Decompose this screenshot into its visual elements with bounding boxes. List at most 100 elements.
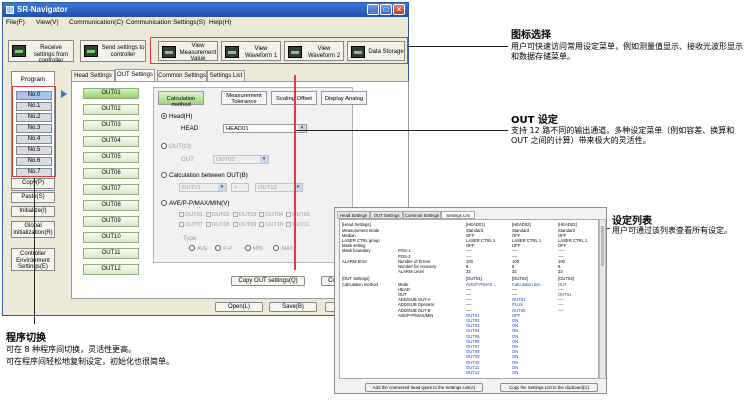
out-checkbox[interactable]: OUT03: [232, 212, 256, 218]
out-button[interactable]: OUT12: [83, 264, 139, 275]
list-tab-head[interactable]: Head Settings: [337, 211, 370, 219]
out-select-value: OUT02: [216, 157, 235, 163]
head-option[interactable]: Head(H): [161, 113, 192, 120]
type-radio[interactable]: P-P: [215, 245, 232, 252]
head-label: HEAD: [181, 125, 199, 132]
title-bar[interactable]: SR-Navigator _ □ ×: [3, 3, 408, 17]
copy-out-settings-button[interactable]: Copy OUT settings(Q): [231, 276, 305, 286]
tab-out-settings[interactable]: OUT Settings: [115, 69, 155, 81]
list-scrollbar[interactable]: [599, 219, 606, 379]
open-button[interactable]: Open(L): [215, 302, 263, 312]
initialize-program-button[interactable]: Initialize(I): [11, 206, 55, 217]
tab-common-settings[interactable]: Common Settings: [157, 70, 207, 81]
list-tab-common[interactable]: Common Settings: [403, 211, 441, 219]
out-button[interactable]: OUT05: [83, 152, 139, 163]
table-cell: 32: [512, 269, 517, 275]
type-radio-group: AVE P-P MIN MAX: [189, 245, 293, 252]
out-option[interactable]: OUT(O): [161, 143, 191, 150]
out-checkbox[interactable]: OUT10: [259, 222, 283, 228]
icon-annotation-title: 图标选择: [511, 30, 551, 41]
list-tab-settings[interactable]: Settings List: [441, 211, 475, 219]
controller-environment-button[interactable]: Controller Environment Settings(E): [11, 248, 55, 271]
type-label: Type: [183, 235, 197, 242]
table-cell: ON: [512, 369, 519, 375]
table-cell: OUT12: [466, 369, 480, 375]
copy-program-button[interactable]: Copy(P): [11, 178, 55, 189]
program-annotation-line2: 可在程序间轻松地复制设定，初始化也很简单。: [6, 357, 174, 366]
out-button[interactable]: OUT06: [83, 168, 139, 179]
out-leader-line: [296, 130, 508, 131]
table-row: [OUT Settings] [OUT01] [OUT02] [OUT03]: [342, 276, 574, 281]
icon-leader-line: [408, 46, 508, 47]
between-a-value: OUT01: [182, 185, 201, 191]
program-annotation-title: 程序切换: [6, 333, 46, 344]
close-icon[interactable]: ×: [393, 4, 405, 15]
out-button[interactable]: OUT01: [83, 88, 139, 99]
out-annotation-body: 支持 12 路不同的输出通道。多种设定菜单（例如容差、换算和 OUT 之间的计算…: [511, 126, 735, 145]
out-checkbox[interactable]: OUT09: [232, 222, 256, 228]
maximize-icon[interactable]: □: [380, 4, 392, 15]
minimize-icon[interactable]: _: [367, 4, 379, 15]
icon-annotation-body: 用户可快速访问常用设定菜单，例如测量值显示、接收光波形显示和数据存储菜单。: [511, 42, 743, 61]
between-b-value: OUT12: [258, 185, 277, 191]
list-annotation-title: 设定列表: [612, 216, 652, 227]
out-select[interactable]: OUT02 ▾: [213, 155, 269, 164]
out-button[interactable]: OUT11: [83, 248, 139, 259]
out-button[interactable]: OUT09: [83, 216, 139, 227]
scrollbar-thumb[interactable]: [601, 226, 604, 266]
window-title: SR-Navigator: [17, 5, 68, 14]
calculation-method-button[interactable]: Calculation method: [158, 91, 204, 108]
receive-settings-button[interactable]: Receive settings from controller: [8, 40, 74, 64]
tab-head-settings[interactable]: Head Settings: [71, 70, 115, 81]
out-checkbox[interactable]: OUT08: [205, 222, 230, 228]
table-cell: ALARM Level: [398, 269, 424, 275]
operator-select[interactable]: +: [231, 183, 249, 192]
menu-file[interactable]: File(F): [6, 19, 25, 26]
menu-view[interactable]: View(V): [36, 19, 59, 26]
receive-label: Receive settings from controller: [33, 45, 69, 64]
type-radio[interactable]: AVE: [189, 245, 208, 252]
app-icon: [6, 6, 14, 14]
copy-to-clipboard-button[interactable]: Copy the Settings List to the clipboard(…: [500, 383, 598, 392]
global-initialization-button[interactable]: Global initialization(R): [11, 221, 55, 238]
out-checkbox[interactable]: OUT07: [179, 222, 203, 228]
out-button[interactable]: OUT10: [83, 232, 139, 243]
table-cell: 32: [466, 269, 471, 275]
calculation-between-option[interactable]: Calculation between OUT(B): [161, 172, 248, 179]
add-head-types-button[interactable]: Add the connected head types to the Sett…: [365, 383, 483, 392]
type-radio[interactable]: MIN: [244, 245, 263, 252]
settings-list-window: Head Settings OUT Settings Common Settin…: [334, 207, 607, 394]
display-analog-button[interactable]: Display Analog: [321, 91, 367, 105]
chevron-down-icon: ▾: [218, 184, 226, 191]
selection-arrow-icon: [61, 90, 67, 98]
out-button[interactable]: OUT04: [83, 136, 139, 147]
menu-help[interactable]: Help(H): [209, 19, 231, 26]
chevron-down-icon: ▾: [260, 156, 268, 163]
out-button[interactable]: OUT08: [83, 200, 139, 211]
out-highlight-line: [294, 75, 296, 270]
paste-program-button[interactable]: Paste(S): [11, 192, 55, 203]
out-checkbox[interactable]: OUT11: [286, 222, 310, 228]
menu-communication-settings[interactable]: Communication Settings(S): [126, 19, 205, 26]
out-checkbox[interactable]: OUT05: [286, 212, 310, 218]
out-checkbox[interactable]: OUT04: [259, 212, 283, 218]
out-checkbox[interactable]: OUT01: [179, 212, 203, 218]
table-row: OUT12 ON: [340, 369, 598, 375]
measurement-tolerance-button[interactable]: Measurement Tolerance: [221, 91, 267, 105]
menu-communication[interactable]: Communication(C): [69, 19, 123, 26]
program-heading: Program: [20, 76, 46, 83]
out-checkbox[interactable]: OUT02: [205, 212, 230, 218]
save-button[interactable]: Save(B): [269, 302, 317, 312]
send-label: Send settings to controller: [101, 45, 145, 58]
list-tab-out[interactable]: OUT Settings: [370, 211, 403, 219]
out-button[interactable]: OUT03: [83, 120, 139, 131]
tab-settings-list[interactable]: Settings List: [207, 70, 245, 81]
type-radio[interactable]: MAX: [273, 245, 293, 252]
out-button[interactable]: OUT02: [83, 104, 139, 115]
ave-ppmaxmin-option[interactable]: AVE/P-P/MAX/MIN(V): [161, 200, 229, 207]
send-settings-button[interactable]: Send settings to controller: [80, 40, 146, 62]
out-option-label: OUT(O): [169, 143, 191, 150]
between-a-select[interactable]: OUT01 ▾: [179, 183, 227, 192]
table-row: [Head Settings] [HEAD01] [HEAD02] [HEAD0…: [342, 222, 577, 227]
out-button[interactable]: OUT07: [83, 184, 139, 195]
